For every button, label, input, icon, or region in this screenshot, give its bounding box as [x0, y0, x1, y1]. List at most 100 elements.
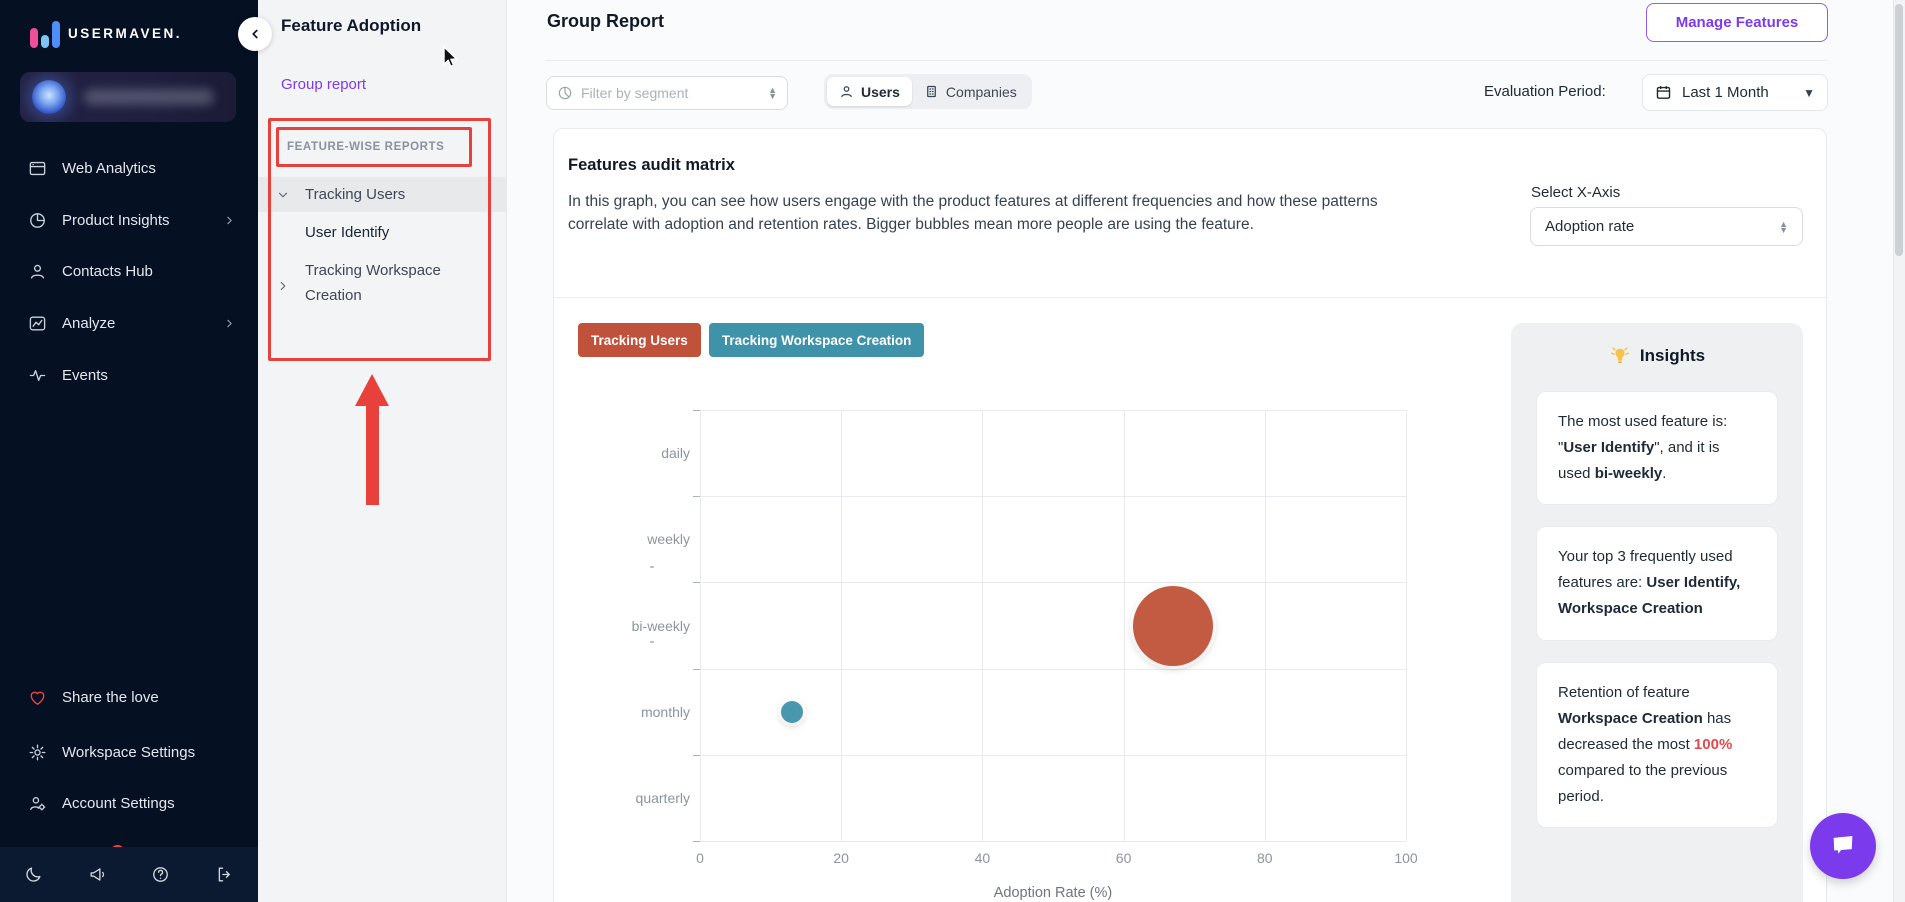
gridline [1265, 410, 1266, 841]
insights-title: Insights [1640, 346, 1705, 366]
person-icon [839, 84, 854, 99]
sidebar-item-contacts-hub[interactable]: Contacts Hub [0, 249, 258, 293]
group-report-link[interactable]: Group report [281, 76, 366, 93]
panel-title: Feature Adoption [281, 16, 421, 36]
help-icon[interactable] [151, 865, 170, 884]
chat-bubble-icon [1828, 831, 1858, 861]
insight-card-3: Retention of feature Workspace Creation … [1536, 662, 1778, 828]
tab-companies[interactable]: Companies [912, 77, 1029, 106]
evaluation-period-label: Evaluation Period: [1484, 83, 1606, 100]
sidebar-item-analyze[interactable]: Analyze [0, 301, 258, 345]
sidebar-item-label: Workspace Settings [62, 744, 195, 761]
megaphone-icon [88, 865, 107, 884]
tab-users[interactable]: Users [827, 77, 912, 106]
feature-chip-label: Tracking Users [591, 333, 688, 348]
insight-text-segment: User Identify [1563, 439, 1654, 456]
gridline [700, 410, 701, 841]
manage-features-button[interactable]: Manage Features [1646, 3, 1828, 42]
sidebar-item-product-insights[interactable]: Product Insights [0, 198, 258, 242]
section-label: FEATURE-WISE REPORTS [287, 141, 444, 153]
y-axis-tick [693, 496, 700, 497]
x-axis-title: Adoption Rate (%) [953, 885, 1153, 901]
logo-bars-icon [30, 18, 62, 48]
select-caret-icon: ▲▼ [1779, 221, 1788, 233]
lightbulb-icon [1609, 345, 1631, 367]
y-category-label: bi-weekly [610, 618, 690, 634]
x-tick-label: 80 [1245, 850, 1285, 866]
evaluation-period-select[interactable]: Last 1 Month ▼ [1642, 74, 1828, 111]
gridline [700, 755, 1406, 756]
insights-panel: Insights The most used feature is: "User… [1511, 323, 1803, 902]
insight-text-segment: Workspace Creation [1558, 710, 1703, 727]
gridline [700, 410, 1406, 411]
y-axis-tick [693, 755, 700, 756]
sidebar-item-label: Share the love [62, 689, 159, 706]
x-tick-label: 100 [1386, 850, 1426, 866]
gridline [700, 496, 1406, 497]
insight-text-segment: . [1662, 465, 1666, 482]
pulse-icon [28, 366, 47, 385]
megaphone-icon[interactable] [88, 865, 107, 884]
workspace-selector[interactable] [20, 72, 236, 122]
logout-icon[interactable] [215, 865, 234, 884]
x-tick-label: 40 [962, 850, 1002, 866]
chevron-right-icon [223, 317, 236, 330]
card-divider [554, 297, 1826, 298]
tab-label: Users [861, 84, 900, 100]
feature-chip-label: Tracking Workspace Creation [722, 333, 912, 348]
page-title: Group Report [547, 11, 664, 32]
filter-placeholder: Filter by segment [581, 85, 768, 101]
gridline [700, 841, 1406, 842]
x-axis-select[interactable]: Adoption rate ▲▼ [1530, 207, 1803, 246]
x-axis-value: Adoption rate [1545, 218, 1779, 235]
sidebar-item-workspace-settings[interactable]: Workspace Settings [0, 730, 258, 774]
heart-icon [28, 688, 47, 707]
insights-header: Insights [1511, 345, 1803, 367]
sidebar-item-label: Contacts Hub [62, 263, 153, 280]
sidebar-bottom-bar [0, 847, 258, 902]
segment-filter-select[interactable]: Filter by segment ▲▼ [546, 76, 788, 110]
annotation-arrow-head [355, 374, 389, 406]
bubble-tracking-workspace-creation[interactable] [781, 701, 803, 723]
x-tick-label: 0 [680, 850, 720, 866]
sidebar-item-web-analytics[interactable]: Web Analytics [0, 146, 258, 190]
moon-icon[interactable] [24, 865, 43, 884]
header-divider [545, 60, 1828, 61]
y-category-label: monthly [610, 704, 690, 720]
primary-sidebar: USERMAVEN. Web Analytics Product Insight… [0, 0, 258, 902]
select-caret-icon: ▲▼ [768, 87, 777, 99]
person-icon [28, 262, 47, 281]
sidebar-item-label: Analyze [62, 315, 115, 332]
annotation-arrow [366, 405, 379, 505]
tab-label: Companies [946, 84, 1017, 100]
y-category-label: quarterly [610, 790, 690, 806]
feature-chip-tracking-users[interactable]: Tracking Users [578, 323, 701, 357]
sidebar-item-label: Product Insights [62, 212, 170, 229]
segment-icon [557, 85, 573, 101]
chat-launcher-button[interactable] [1810, 813, 1876, 879]
user-gear-icon [28, 794, 47, 813]
entity-tabs: Users Companies [824, 74, 1032, 109]
building-icon [924, 84, 939, 99]
card-description: In this graph, you can see how users eng… [568, 191, 1440, 237]
y-axis-tick [693, 669, 700, 670]
y-axis-tick [693, 841, 700, 842]
gear-icon [28, 743, 47, 762]
bubble-tracking-users[interactable] [1133, 586, 1213, 666]
sidebar-item-share-the-love[interactable]: Share the love [0, 675, 258, 719]
usermaven-logo[interactable]: USERMAVEN. [30, 16, 182, 50]
page-scrollbar-thumb[interactable] [1895, 4, 1903, 256]
clipped-axis-artifact [650, 641, 654, 643]
browser-icon [28, 159, 47, 178]
chart-icon [28, 314, 47, 333]
card-title: Features audit matrix [568, 156, 735, 175]
feature-chip-tracking-workspace-creation[interactable]: Tracking Workspace Creation [709, 323, 925, 357]
help-icon [151, 865, 170, 884]
workspace-name-redacted [84, 89, 214, 105]
gridline [700, 669, 1406, 670]
insight-card-2: Your top 3 frequently used features are:… [1536, 526, 1778, 640]
sidebar-item-events[interactable]: Events [0, 353, 258, 397]
workspace-avatar [32, 80, 66, 114]
sidebar-item-account-settings[interactable]: Account Settings [0, 781, 258, 825]
collapse-panel-button[interactable] [238, 17, 272, 51]
